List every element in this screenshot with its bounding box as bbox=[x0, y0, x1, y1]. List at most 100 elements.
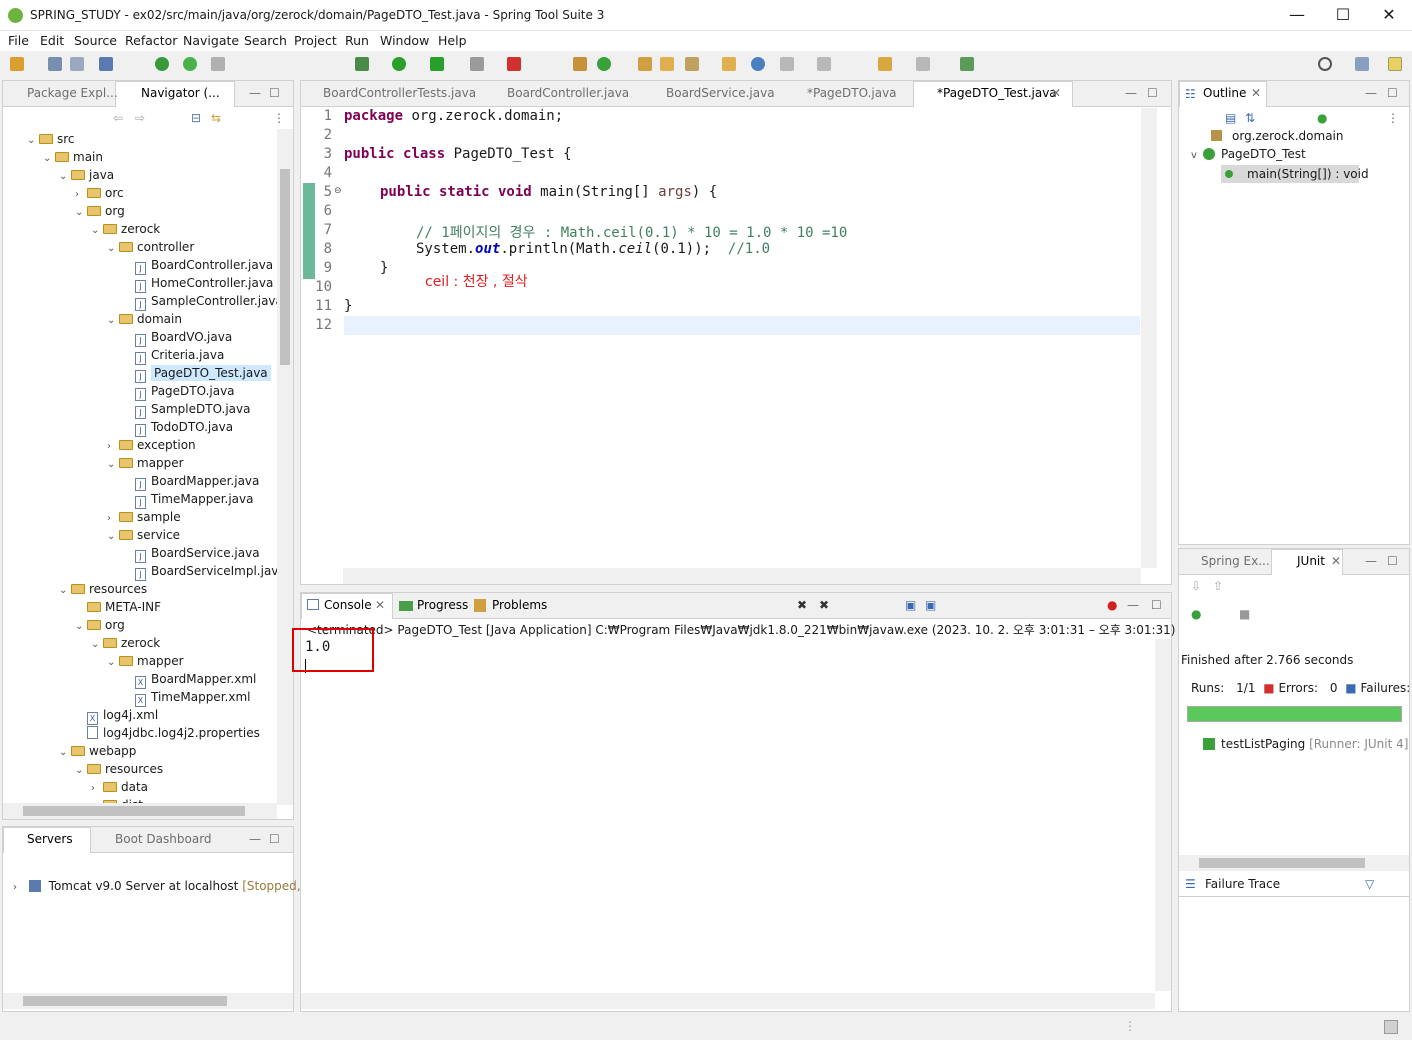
debug-icon[interactable] bbox=[355, 57, 369, 71]
tab-package-explorer[interactable]: Package Expl... bbox=[27, 86, 118, 100]
tab-boardcontroller[interactable]: BoardController.java bbox=[507, 86, 629, 100]
menu-help[interactable]: Help bbox=[438, 33, 467, 48]
maximize-view-icon[interactable]: ☐ bbox=[1387, 86, 1398, 100]
notification-icon[interactable] bbox=[1384, 1020, 1398, 1034]
pin-editor-icon[interactable] bbox=[960, 57, 974, 71]
tree-item[interactable]: › sample bbox=[107, 508, 181, 526]
tree-item[interactable]: ⌄ mapper bbox=[107, 652, 184, 670]
tab-progress[interactable]: Progress bbox=[417, 598, 468, 612]
console-hscrollbar[interactable] bbox=[301, 993, 1155, 1009]
tree-hscrollbar[interactable] bbox=[3, 803, 277, 819]
chevron-down-icon[interactable]: ⌄ bbox=[59, 582, 71, 600]
alphabetical-icon[interactable]: ⇅ bbox=[1245, 111, 1255, 125]
minimize-button[interactable]: — bbox=[1274, 0, 1320, 31]
chevron-down-icon[interactable]: ⌄ bbox=[91, 636, 103, 654]
tree-item[interactable]: J SampleDTO.java bbox=[123, 400, 250, 419]
tree-item[interactable]: J BoardController.java bbox=[123, 256, 273, 275]
tree-hscroll-thumb[interactable] bbox=[23, 806, 245, 816]
close-tab-icon[interactable]: ✕ bbox=[375, 598, 385, 612]
tab-spring-explorer[interactable]: Spring Ex... bbox=[1201, 554, 1270, 568]
code-line-5[interactable]: public static void main(String[] args) { bbox=[380, 184, 717, 200]
console-vscrollbar[interactable] bbox=[1155, 639, 1171, 991]
servers-hscrollbar[interactable] bbox=[3, 993, 293, 1009]
code-line-1[interactable]: package org.zerock.domain; bbox=[344, 108, 563, 124]
forward-nav-icon[interactable]: ⇨ bbox=[135, 111, 145, 125]
chevron-down-icon[interactable]: ⌄ bbox=[59, 744, 71, 762]
tree-item[interactable]: ⌄ controller bbox=[107, 238, 194, 256]
chevron-down-icon[interactable]: ⌄ bbox=[75, 618, 87, 636]
tree-item[interactable]: › orc bbox=[75, 184, 124, 202]
tab-console[interactable]: Console bbox=[324, 598, 372, 612]
tab-boot-dashboard[interactable]: Boot Dashboard bbox=[115, 832, 212, 846]
tree-item[interactable]: META-INF bbox=[75, 598, 161, 616]
console-icon[interactable] bbox=[99, 57, 113, 71]
menu-edit[interactable]: Edit bbox=[40, 33, 64, 48]
tree-item[interactable]: ⌄ zerock bbox=[91, 220, 160, 238]
stop-server-icon[interactable] bbox=[155, 57, 169, 71]
collapse-all-icon[interactable]: ⊟ bbox=[191, 111, 201, 125]
save-all-icon[interactable] bbox=[70, 57, 84, 71]
outline-package[interactable]: org.zerock.domain bbox=[1211, 129, 1344, 143]
globe-icon[interactable] bbox=[751, 57, 765, 71]
maximize-view-icon[interactable]: ☐ bbox=[269, 86, 280, 100]
junit-test-row[interactable]: testListPaging [Runner: JUnit 4] (0. bbox=[1203, 737, 1412, 751]
chevron-down-icon[interactable]: ⌄ bbox=[43, 150, 55, 168]
tab-outline[interactable]: Outline bbox=[1203, 86, 1246, 100]
tab-boardservice[interactable]: BoardService.java bbox=[666, 86, 775, 100]
code-line-9[interactable]: } bbox=[380, 260, 388, 276]
chevron-down-icon[interactable]: ⌄ bbox=[107, 456, 119, 474]
search-icon[interactable] bbox=[1318, 57, 1332, 71]
tree-item[interactable]: ⌄ main bbox=[43, 148, 103, 166]
tree-vscrollbar[interactable] bbox=[277, 129, 293, 805]
open-perspective-icon[interactable] bbox=[1355, 57, 1369, 71]
tree-item[interactable]: ⌄ zerock bbox=[91, 634, 160, 652]
junit-hscroll-thumb[interactable] bbox=[1199, 858, 1365, 868]
tree-item[interactable]: ⌄ java bbox=[59, 166, 114, 184]
open-resource-icon[interactable] bbox=[660, 57, 674, 71]
chevron-down-icon[interactable]: ⌄ bbox=[91, 222, 103, 240]
menu-source[interactable]: Source bbox=[74, 33, 117, 48]
tree-item[interactable]: ⌄ resources bbox=[59, 580, 147, 598]
link-editor-icon[interactable]: ⇆ bbox=[211, 111, 221, 125]
tree-item[interactable]: X BoardMapper.xml bbox=[123, 670, 256, 689]
minimize-view-icon[interactable]: — bbox=[1125, 86, 1137, 100]
tree-item[interactable]: J BoardMapper.java bbox=[123, 472, 259, 491]
menu-window[interactable]: Window bbox=[380, 33, 429, 48]
chevron-right-icon[interactable]: › bbox=[13, 882, 25, 893]
maximize-view-icon[interactable]: ☐ bbox=[1147, 86, 1158, 100]
new-icon[interactable] bbox=[10, 57, 24, 71]
fold-icon[interactable]: ⊖ bbox=[334, 186, 342, 196]
tree-item[interactable]: J SampleController.java bbox=[123, 292, 277, 311]
chevron-down-icon[interactable]: ⌄ bbox=[107, 312, 119, 330]
save-icon[interactable] bbox=[48, 57, 62, 71]
filter-trace-icon[interactable]: ▽ bbox=[1365, 877, 1374, 891]
tree-item[interactable]: J BoardServiceImpl.java bbox=[123, 562, 277, 581]
maximize-view-icon[interactable]: ☐ bbox=[269, 832, 280, 846]
servers-hscroll-thumb[interactable] bbox=[23, 996, 227, 1006]
tree-item[interactable]: J BoardService.java bbox=[123, 544, 260, 563]
tree-item[interactable]: Xlog4j.xml bbox=[75, 706, 158, 725]
run-coverage-icon[interactable] bbox=[430, 57, 444, 71]
tree-item[interactable]: ⌄ resources bbox=[75, 760, 163, 778]
server-row[interactable]: › Tomcat v9.0 Server at localhost [Stopp… bbox=[13, 879, 320, 893]
open-folder-icon[interactable] bbox=[722, 57, 736, 71]
close-tab-icon[interactable]: ✕ bbox=[1051, 86, 1061, 100]
tree-vscroll-thumb[interactable] bbox=[280, 169, 290, 365]
back-nav-icon[interactable]: ⇦ bbox=[113, 111, 123, 125]
tree-item[interactable]: X TimeMapper.xml bbox=[123, 688, 250, 707]
tree-item[interactable]: J TimeMapper.java bbox=[123, 490, 253, 509]
tree-item[interactable]: ⌄ src bbox=[27, 130, 75, 148]
sort-icon[interactable]: ▤ bbox=[1225, 111, 1236, 125]
tree-item[interactable]: ⌄ domain bbox=[107, 310, 182, 328]
code-line-3[interactable]: public class PageDTO_Test { bbox=[344, 146, 572, 162]
code-line-11[interactable]: } bbox=[344, 298, 352, 314]
external-tools-icon[interactable] bbox=[507, 57, 521, 71]
pin-icon[interactable] bbox=[211, 57, 225, 71]
menu-navigate[interactable]: Navigate bbox=[183, 33, 239, 48]
maximize-view-icon[interactable]: ☐ bbox=[1387, 554, 1398, 568]
forward-icon[interactable] bbox=[916, 57, 930, 71]
display-console-icon[interactable]: ▣ bbox=[905, 598, 916, 612]
hide-fields-icon[interactable]: ● bbox=[1317, 111, 1327, 125]
code-line-7[interactable]: // 1페이지의 경우 : Math.ceil(0.1) * 10 = 1.0 … bbox=[416, 222, 847, 242]
new-class-icon[interactable] bbox=[597, 57, 611, 71]
